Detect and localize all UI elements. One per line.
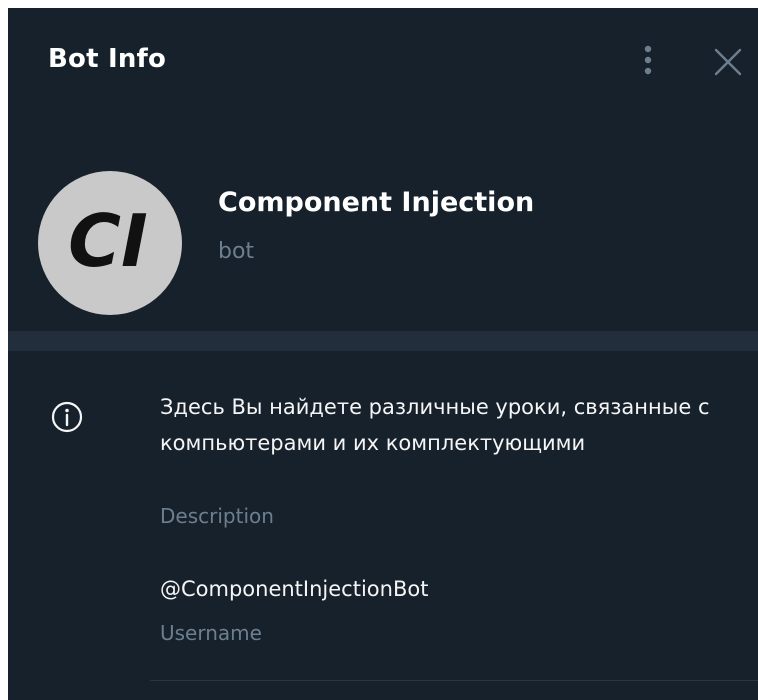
panel-header: Bot Info bbox=[8, 8, 758, 115]
avatar[interactable]: CI bbox=[38, 171, 182, 315]
info-icon bbox=[51, 401, 83, 433]
bot-description: Здесь Вы найдете различные уроки, связан… bbox=[160, 395, 710, 455]
username-label: Username bbox=[160, 621, 262, 645]
profile-section: CI Component Injection bot bbox=[8, 115, 758, 331]
row-divider bbox=[150, 680, 758, 681]
description-label: Description bbox=[160, 504, 274, 528]
bot-username[interactable]: @ComponentInjectionBot bbox=[160, 577, 428, 601]
close-button[interactable] bbox=[706, 40, 750, 84]
bot-info-panel: Bot Info CI Component Injection bot Здес… bbox=[8, 8, 758, 700]
section-divider bbox=[8, 331, 758, 351]
avatar-text: CI bbox=[68, 199, 148, 283]
info-section: Здесь Вы найдете различные уроки, связан… bbox=[8, 351, 758, 700]
panel-title: Bot Info bbox=[48, 44, 167, 74]
bot-name: Component Injection bbox=[218, 187, 535, 218]
more-vertical-icon bbox=[644, 45, 652, 75]
avatar-logo: CI bbox=[68, 199, 148, 283]
bot-subtitle: bot bbox=[218, 239, 255, 264]
more-menu-button[interactable] bbox=[628, 38, 668, 82]
close-icon bbox=[714, 48, 742, 76]
